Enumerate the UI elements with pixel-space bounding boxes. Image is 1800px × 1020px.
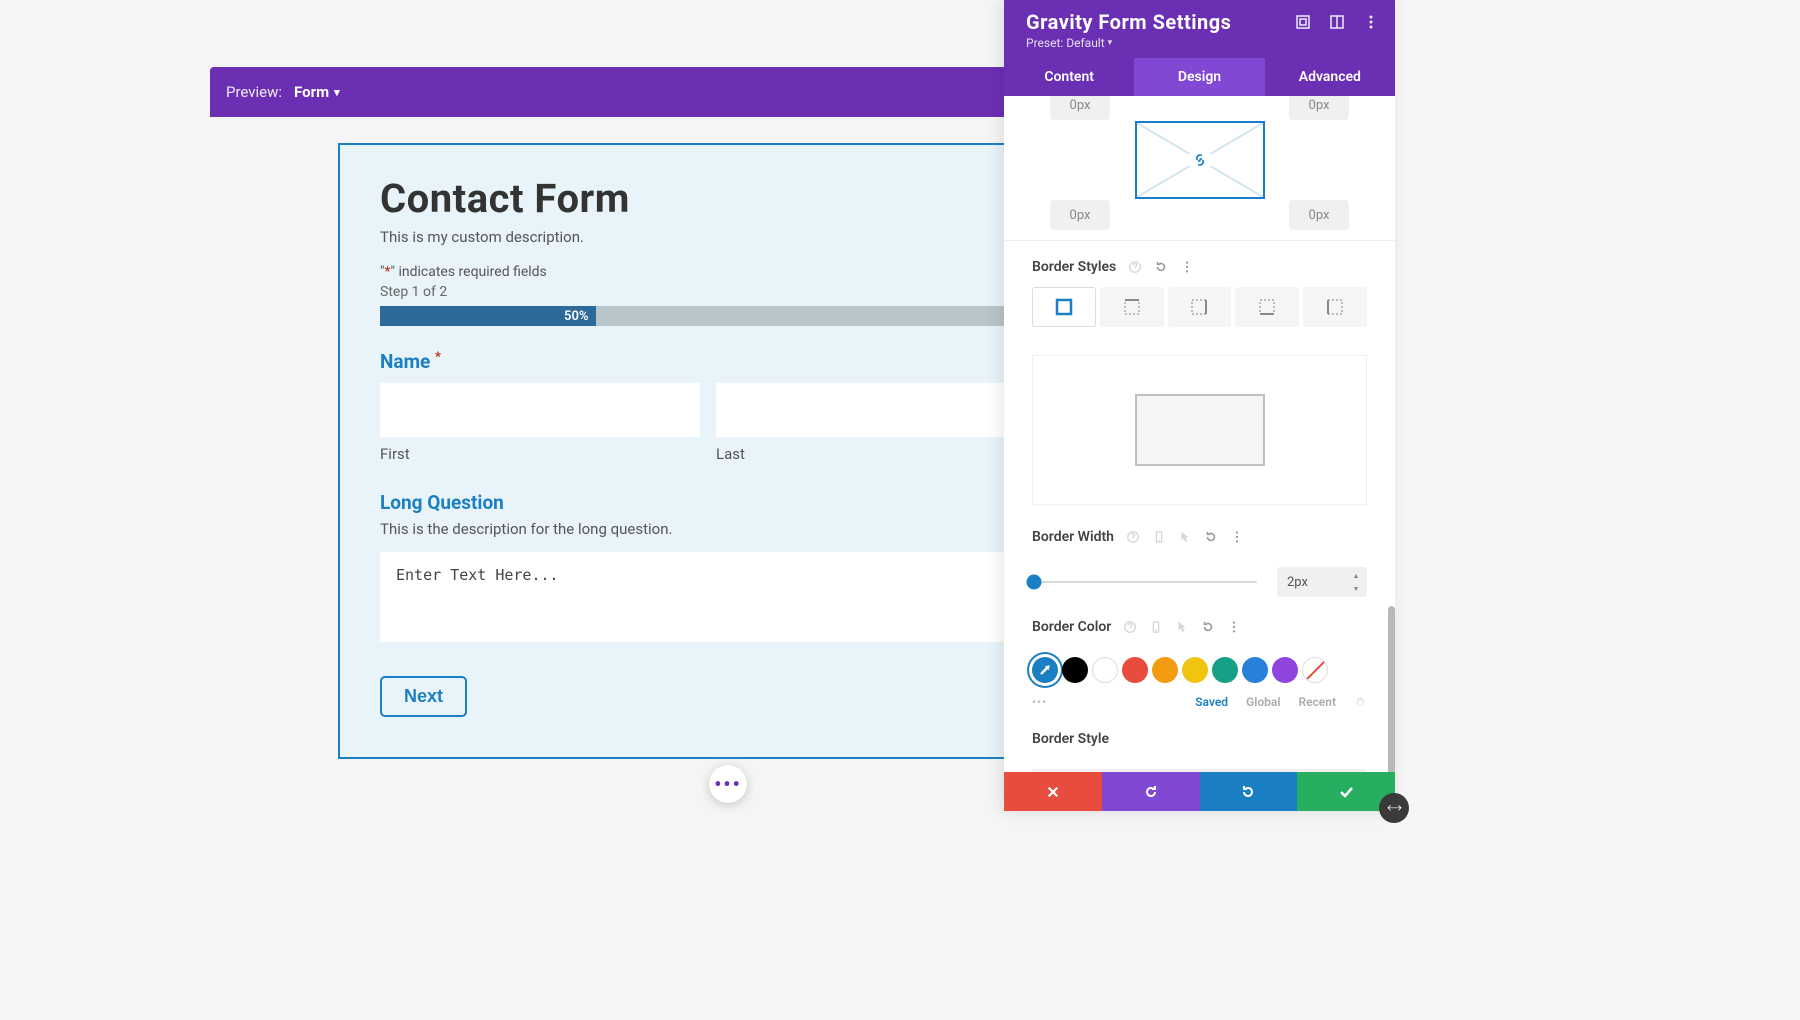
reset-icon[interactable] [1201, 620, 1215, 634]
color-blue[interactable] [1242, 657, 1268, 683]
progress-fill: 50% [380, 306, 596, 326]
mobile-icon[interactable] [1152, 530, 1166, 544]
progress-bar: 50% [380, 306, 1036, 326]
name-field-label: Name * [380, 350, 1036, 373]
last-name-input[interactable] [716, 383, 1036, 437]
cancel-button[interactable] [1004, 772, 1102, 811]
border-style-select[interactable]: Solid ▲▼ [1032, 769, 1367, 772]
color-white[interactable] [1092, 657, 1118, 683]
stepper-up[interactable]: ▲ [1349, 569, 1363, 582]
preview-dropdown[interactable]: Form [294, 83, 340, 101]
preview-label: Preview: [226, 83, 282, 101]
link-values-icon[interactable] [1188, 148, 1212, 172]
redo-button[interactable] [1200, 772, 1298, 811]
color-orange[interactable] [1152, 657, 1178, 683]
preview-area: Preview: Form Contact Form This is my cu… [210, 67, 1070, 759]
color-black[interactable] [1062, 657, 1088, 683]
step-label: Step 1 of 2 [380, 284, 1036, 300]
border-preview [1032, 355, 1367, 505]
slider-thumb[interactable] [1027, 575, 1042, 590]
form-description: This is my custom description. [380, 228, 1036, 246]
required-fields-note: "*" indicates required fields [380, 264, 1036, 280]
next-button[interactable]: Next [380, 676, 467, 717]
color-purple[interactable] [1272, 657, 1298, 683]
border-style-left[interactable] [1303, 287, 1367, 327]
scrollbar-thumb[interactable] [1388, 606, 1395, 772]
long-question-textarea[interactable] [380, 552, 1036, 642]
undo-button[interactable] [1102, 772, 1200, 811]
help-icon[interactable] [1123, 620, 1137, 634]
padding-top-right[interactable]: 0px [1289, 96, 1349, 120]
columns-icon[interactable] [1329, 14, 1345, 30]
border-style-all[interactable] [1032, 287, 1096, 327]
stepper-down[interactable]: ▼ [1349, 582, 1363, 595]
border-width-value[interactable]: 2px ▲▼ [1277, 567, 1367, 597]
border-color-label: Border Color [1032, 619, 1367, 635]
long-question-label: Long Question [380, 491, 1036, 514]
border-style-top[interactable] [1100, 287, 1164, 327]
more-colors[interactable]: ••• [1032, 695, 1047, 709]
long-question-desc: This is the description for the long que… [380, 520, 1036, 538]
tab-content[interactable]: Content [1004, 58, 1134, 96]
expand-icon[interactable] [1295, 14, 1311, 30]
padding-bottom-left[interactable]: 0px [1050, 200, 1110, 230]
eyedropper-swatch[interactable] [1032, 657, 1058, 683]
form-canvas: Contact Form This is my custom descripti… [338, 143, 1078, 759]
color-none[interactable] [1302, 657, 1328, 683]
color-red[interactable] [1122, 657, 1148, 683]
border-preview-box [1135, 394, 1265, 466]
help-icon[interactable] [1128, 260, 1142, 274]
mobile-icon[interactable] [1149, 620, 1163, 634]
floating-options-button[interactable]: ••• [709, 765, 747, 803]
color-tab-global[interactable]: Global [1246, 695, 1280, 709]
panel-body[interactable]: 0px 0px 0px 0px Border Styles [1004, 96, 1395, 772]
preview-header: Preview: Form [210, 67, 1070, 117]
settings-panel: Gravity Form Settings Preset: Default Co… [1004, 0, 1395, 811]
help-icon[interactable] [1126, 530, 1140, 544]
reset-icon[interactable] [1204, 530, 1218, 544]
options-icon[interactable] [1230, 530, 1244, 544]
panel-header: Gravity Form Settings Preset: Default [1004, 0, 1395, 58]
tab-design[interactable]: Design [1134, 58, 1264, 96]
color-yellow[interactable] [1182, 657, 1208, 683]
border-width-label: Border Width [1032, 529, 1367, 545]
hover-icon[interactable] [1178, 530, 1192, 544]
hover-icon[interactable] [1175, 620, 1189, 634]
spacing-section: 0px 0px 0px 0px [1004, 96, 1395, 241]
padding-top-left[interactable]: 0px [1050, 96, 1110, 120]
preset-dropdown[interactable]: Preset: Default [1026, 36, 1373, 50]
border-style-bottom[interactable] [1235, 287, 1299, 327]
border-styles-label: Border Styles [1032, 259, 1367, 275]
color-tab-saved[interactable]: Saved [1195, 695, 1228, 709]
border-width-slider[interactable] [1032, 581, 1257, 583]
spacing-box [1135, 121, 1265, 199]
tab-advanced[interactable]: Advanced [1265, 58, 1395, 96]
options-icon[interactable] [1227, 620, 1241, 634]
first-name-input[interactable] [380, 383, 700, 437]
reset-icon[interactable] [1154, 260, 1168, 274]
first-sublabel: First [380, 445, 700, 463]
border-style-right[interactable] [1168, 287, 1232, 327]
panel-tabs: Content Design Advanced [1004, 58, 1395, 96]
color-teal[interactable] [1212, 657, 1238, 683]
options-icon[interactable] [1180, 260, 1194, 274]
form-title: Contact Form [380, 175, 1036, 222]
more-icon[interactable] [1363, 14, 1379, 30]
last-sublabel: Last [716, 445, 1036, 463]
color-tab-recent[interactable]: Recent [1298, 695, 1336, 709]
color-settings-icon[interactable] [1354, 696, 1367, 709]
padding-bottom-right[interactable]: 0px [1289, 200, 1349, 230]
panel-footer [1004, 772, 1395, 811]
border-style-label: Border Style [1032, 731, 1367, 747]
